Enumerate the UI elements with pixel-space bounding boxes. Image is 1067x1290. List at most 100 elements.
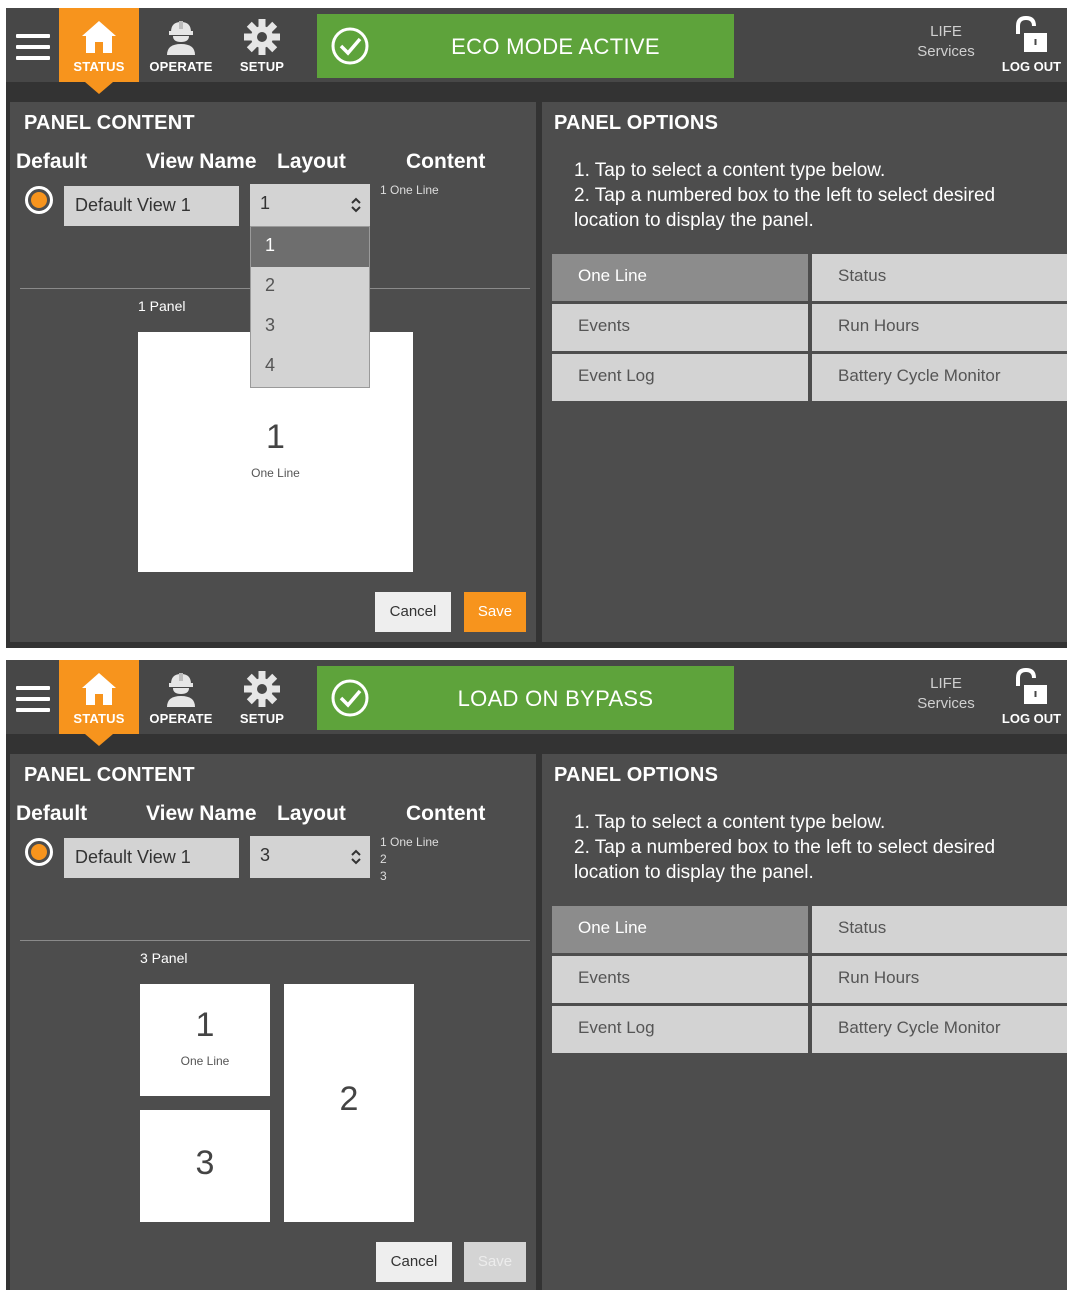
- option-event-log[interactable]: Event Log: [552, 354, 808, 401]
- panel-options-title: PANEL OPTIONS: [554, 112, 719, 134]
- view-name-field[interactable]: Default View 1: [64, 186, 239, 226]
- home-icon: [82, 673, 116, 705]
- gear-icon: [244, 19, 280, 55]
- col-default-header: Default: [16, 150, 88, 173]
- menu-icon[interactable]: [16, 34, 50, 60]
- content-line: 1 One Line: [380, 835, 439, 849]
- view-name-field[interactable]: Default View 1: [64, 838, 239, 878]
- screen-load-on-bypass: STATUS OPERATE SETUP LOAD ON BYPASS LIFE…: [6, 660, 1067, 1290]
- gear-icon: [244, 671, 280, 707]
- layout-select-value: 1: [260, 193, 271, 213]
- select-arrows-icon: [351, 849, 361, 865]
- panel-options-title: PANEL OPTIONS: [554, 764, 719, 786]
- tab-operate-label: OPERATE: [149, 711, 213, 726]
- status-banner[interactable]: ECO MODE ACTIVE: [317, 14, 734, 78]
- content-line: 1 One Line: [380, 183, 439, 197]
- tab-status[interactable]: STATUS: [59, 8, 139, 82]
- life-line2: Services: [917, 43, 975, 60]
- life-line2: Services: [917, 695, 975, 712]
- divider: [20, 940, 530, 941]
- tab-operate-label: OPERATE: [149, 59, 213, 74]
- worker-icon: [167, 673, 195, 707]
- panel-box-number: 3: [195, 1144, 215, 1182]
- content-list: 1 One Line: [380, 182, 439, 199]
- tab-setup-label: SETUP: [239, 59, 285, 74]
- logout-button[interactable]: LOG OUT: [996, 660, 1067, 734]
- panel-box-1[interactable]: 1 One Line: [140, 984, 270, 1096]
- instruction-2: 2. Tap a numbered box to the left to sel…: [574, 185, 996, 231]
- option-battery-cycle-monitor[interactable]: Battery Cycle Monitor: [812, 1006, 1067, 1053]
- tab-setup-label: SETUP: [239, 711, 285, 726]
- save-button[interactable]: Save: [464, 1242, 526, 1282]
- option-status[interactable]: Status: [812, 906, 1067, 953]
- option-battery-cycle-monitor[interactable]: Battery Cycle Monitor: [812, 354, 1067, 401]
- instruction-1: 1. Tap to select a content type below.: [574, 160, 886, 181]
- panel-content-title: PANEL CONTENT: [24, 764, 195, 786]
- life-line1: LIFE: [930, 23, 962, 40]
- panel-box-number: 1: [195, 1006, 215, 1044]
- panel-count-label: 3 Panel: [140, 950, 188, 966]
- layout-option[interactable]: 3: [251, 307, 369, 347]
- panel-box-2[interactable]: 2: [284, 984, 414, 1222]
- content-line: 2: [380, 852, 387, 866]
- unlocked-padlock-icon: [1016, 16, 1047, 52]
- default-radio[interactable]: [25, 838, 53, 866]
- status-banner[interactable]: LOAD ON BYPASS: [317, 666, 734, 730]
- option-event-log[interactable]: Event Log: [552, 1006, 808, 1053]
- cancel-button[interactable]: Cancel: [375, 592, 451, 632]
- col-default-header: Default: [16, 802, 88, 825]
- top-nav-bar: STATUS OPERATE SETUP LOAD ON BYPASS LIFE…: [6, 660, 1067, 734]
- screen-eco-mode: STATUS OPERATE SETUP ECO MODE ACTIVE LIF…: [6, 8, 1067, 648]
- life-line1: LIFE: [930, 675, 962, 692]
- logout-button[interactable]: LOG OUT: [996, 8, 1067, 82]
- layout-select[interactable]: 1: [250, 184, 370, 226]
- layout-select-value: 3: [260, 845, 271, 865]
- option-events[interactable]: Events: [552, 304, 808, 351]
- content-line: 3: [380, 869, 387, 883]
- instructions: 1. Tap to select a content type below. 2…: [574, 810, 1064, 885]
- col-layout-header: Layout: [277, 150, 346, 173]
- layout-option[interactable]: 4: [251, 347, 369, 387]
- home-icon: [82, 21, 116, 53]
- panel-count-label: 1 Panel: [138, 298, 186, 314]
- panel-content-title: PANEL CONTENT: [24, 112, 195, 134]
- panel-box-number: 2: [339, 1080, 359, 1118]
- panel-box-3[interactable]: 3: [140, 1110, 270, 1222]
- instructions: 1. Tap to select a content type below. 2…: [574, 158, 1064, 233]
- panel-box-caption: One Line: [180, 1054, 230, 1068]
- panel-options-section: PANEL OPTIONS 1. Tap to select a content…: [542, 754, 1067, 1290]
- menu-icon[interactable]: [16, 686, 50, 712]
- top-nav-bar: STATUS OPERATE SETUP ECO MODE ACTIVE LIF…: [6, 8, 1067, 82]
- status-banner-text: ECO MODE ACTIVE: [451, 34, 660, 59]
- tab-setup[interactable]: SETUP: [222, 660, 302, 734]
- select-arrows-icon: [351, 197, 361, 213]
- unlocked-padlock-icon: [1016, 668, 1047, 704]
- tab-status-label: STATUS: [73, 59, 125, 74]
- option-run-hours[interactable]: Run Hours: [812, 304, 1067, 351]
- save-button[interactable]: Save: [464, 592, 526, 632]
- panel-content-section: PANEL CONTENT Default View Name Layout C…: [10, 102, 536, 642]
- default-radio[interactable]: [25, 186, 53, 214]
- tab-status[interactable]: STATUS: [59, 660, 139, 734]
- layout-select[interactable]: 3: [250, 836, 370, 878]
- panel-box-number: 1: [266, 418, 285, 456]
- tab-operate[interactable]: OPERATE: [141, 660, 221, 734]
- col-view-name-header: View Name: [146, 150, 257, 173]
- col-view-name-header: View Name: [146, 802, 257, 825]
- layout-option[interactable]: 2: [251, 267, 369, 307]
- option-one-line[interactable]: One Line: [552, 254, 808, 301]
- option-run-hours[interactable]: Run Hours: [812, 956, 1067, 1003]
- cancel-button[interactable]: Cancel: [376, 1242, 452, 1282]
- check-circle-icon: [331, 27, 369, 65]
- life-services-label: LIFE Services: [911, 22, 981, 62]
- option-events[interactable]: Events: [552, 956, 808, 1003]
- option-status[interactable]: Status: [812, 254, 1067, 301]
- worker-icon: [167, 21, 195, 55]
- tab-setup[interactable]: SETUP: [222, 8, 302, 82]
- layout-option[interactable]: 1: [251, 227, 369, 267]
- panel-options-section: PANEL OPTIONS 1. Tap to select a content…: [542, 102, 1067, 642]
- option-one-line[interactable]: One Line: [552, 906, 808, 953]
- col-content-header: Content: [406, 802, 486, 825]
- tab-operate[interactable]: OPERATE: [141, 8, 221, 82]
- panel-box-caption: One Line: [251, 466, 300, 480]
